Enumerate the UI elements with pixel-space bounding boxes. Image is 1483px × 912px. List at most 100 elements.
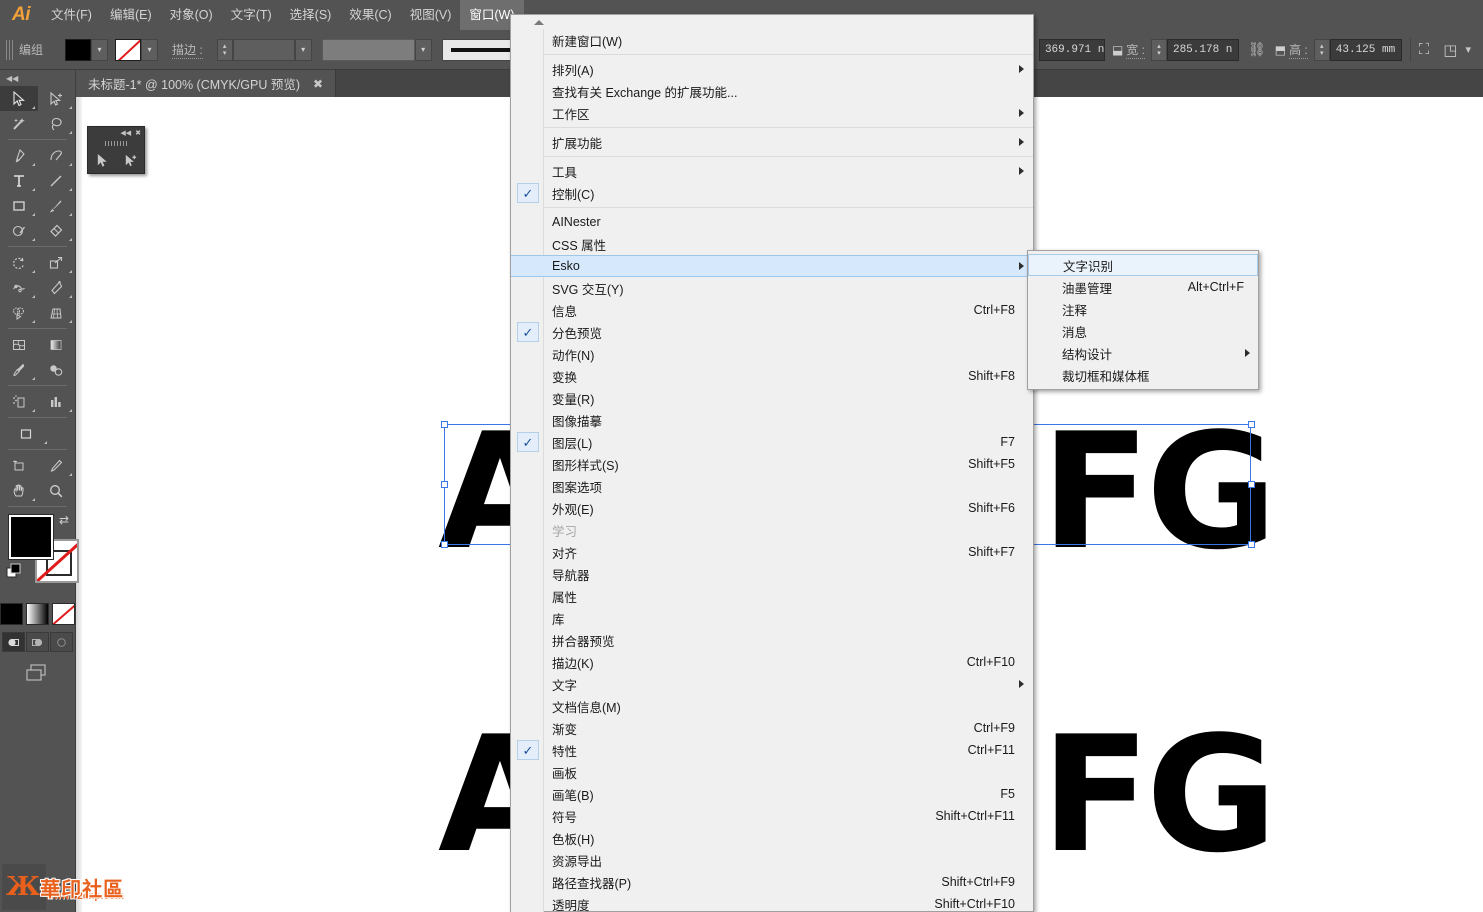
window-menu-item-38[interactable]: 符号 Shift+Ctrl+F11 [511, 805, 1033, 827]
window-menu-item-19[interactable]: 变量(R) [511, 387, 1033, 409]
window-menu-item-25[interactable]: 学习 [511, 519, 1033, 541]
menu-0[interactable]: 文件(F) [42, 0, 101, 30]
floating-direct-selection-tool[interactable] [116, 147, 144, 173]
width-stepper[interactable]: ▴ ▾ [1150, 38, 1167, 61]
esko-submenu-item-1[interactable]: 油墨管理 Alt+Ctrl+F [1028, 276, 1258, 298]
align-icon[interactable]: ◳ [1443, 41, 1457, 59]
window-menu-item-22[interactable]: 图形样式(S) Shift+F5 [511, 453, 1033, 475]
screen-mode-button[interactable] [0, 662, 75, 684]
color-mode-none[interactable] [52, 603, 75, 625]
esko-submenu-item-0[interactable]: 文字识别 [1028, 254, 1258, 276]
window-menu-item-16[interactable]: ✓ 分色预览 [511, 321, 1033, 343]
selection-handle-tl[interactable] [441, 421, 448, 428]
window-menu-item-18[interactable]: 变换 Shift+F8 [511, 365, 1033, 387]
stroke-weight-caret[interactable]: ▾ [294, 38, 312, 61]
window-menu-item-8[interactable]: 工具 [511, 160, 1033, 182]
curvature-tool[interactable] [38, 143, 76, 168]
letter-G-top[interactable]: G [1146, 412, 1277, 572]
window-menu-item-41[interactable]: 路径查找器(P) Shift+Ctrl+F9 [511, 871, 1033, 893]
window-menu-item-39[interactable]: 色板(H) [511, 827, 1033, 849]
magic-wand-tool[interactable] [0, 111, 38, 136]
slice-tool[interactable] [0, 453, 38, 478]
swap-fill-stroke-icon[interactable]: ⇄ [59, 513, 69, 527]
stroke-weight-input[interactable] [232, 38, 295, 61]
transform-icon[interactable]: ⛶ [1419, 41, 1430, 58]
perspective-grid-tool[interactable] [38, 300, 76, 325]
draw-normal-mode[interactable] [2, 632, 25, 652]
selection-handle-bl[interactable] [441, 541, 448, 548]
brush-definition-field[interactable] [321, 38, 415, 61]
window-menu-item-28[interactable]: 属性 [511, 585, 1033, 607]
window-menu-item-23[interactable]: 图案选项 [511, 475, 1033, 497]
document-tab[interactable]: 未标题-1* @ 100% (CMYK/GPU 预览) ✖ [76, 70, 337, 97]
menu-6[interactable]: 视图(V) [401, 0, 461, 30]
gradient-tool[interactable] [38, 332, 76, 357]
letter-F-top[interactable]: F [1041, 412, 1150, 572]
color-mode-flat[interactable] [0, 603, 23, 625]
window-menu-item-6[interactable]: 扩展功能 [511, 131, 1033, 153]
window-menu-item-12[interactable]: CSS 属性 [511, 233, 1033, 255]
menu-3[interactable]: 文字(T) [222, 0, 281, 30]
window-menu-item-20[interactable]: 图像描摹 [511, 409, 1033, 431]
depth-value-input[interactable]: 43.125 mm [1329, 38, 1402, 61]
window-menu-item-26[interactable]: 对齐 Shift+F7 [511, 541, 1033, 563]
rectangle-tool[interactable] [0, 193, 38, 218]
symbol-sprayer-tool[interactable] [0, 389, 38, 414]
esko-submenu-item-5[interactable]: 裁切框和媒体框 [1028, 364, 1258, 386]
window-menu-item-31[interactable]: 描边(K) Ctrl+F10 [511, 651, 1033, 673]
tools-collapse-button[interactable]: ◀◀ [0, 70, 75, 86]
window-menu-item-4[interactable]: 工作区 [511, 102, 1033, 124]
letter-F-bottom[interactable]: F [1041, 715, 1150, 875]
stroke-dropdown-caret[interactable]: ▾ [141, 38, 159, 61]
window-menu-item-29[interactable]: 库 [511, 607, 1033, 629]
shaper-tool[interactable] [0, 218, 38, 243]
window-menu-item-21[interactable]: ✓ 图层(L) F7 [511, 431, 1033, 453]
window-menu-item-13[interactable]: Esko [511, 255, 1033, 277]
width-value-input[interactable]: 369.971 n [1038, 38, 1105, 61]
menu-1[interactable]: 编辑(E) [101, 0, 161, 30]
fill-color-control[interactable] [8, 514, 54, 560]
selection-handle-br[interactable] [1248, 541, 1255, 548]
stroke-weight-label[interactable]: 描边 : [172, 41, 203, 59]
free-transform-tool[interactable] [38, 275, 76, 300]
window-menu-item-15[interactable]: 信息 Ctrl+F8 [511, 299, 1033, 321]
stroke-weight-stepper[interactable]: ▴ ▾ [216, 38, 233, 61]
floating-selection-tool[interactable] [88, 147, 116, 173]
window-menu-item-37[interactable]: 画笔(B) F5 [511, 783, 1033, 805]
pencil-tool[interactable] [38, 453, 76, 478]
esko-submenu-item-3[interactable]: 消息 [1028, 320, 1258, 342]
draw-behind-mode[interactable] [26, 632, 49, 652]
menu-scroll-up-button[interactable] [521, 16, 557, 29]
draw-inside-mode[interactable] [50, 632, 73, 652]
selection-handle-tr[interactable] [1248, 421, 1255, 428]
window-menu-item-0[interactable]: 新建窗口(W) [511, 29, 1033, 51]
window-menu-item-24[interactable]: 外观(E) Shift+F6 [511, 497, 1033, 519]
menu-2[interactable]: 对象(O) [161, 0, 222, 30]
hand-tool[interactable] [0, 478, 38, 503]
window-menu-item-34[interactable]: 渐变 Ctrl+F9 [511, 717, 1033, 739]
brush-definition-caret[interactable]: ▾ [414, 38, 432, 61]
window-menu-item-30[interactable]: 拼合器预览 [511, 629, 1033, 651]
selection-handle-mr[interactable] [1248, 481, 1255, 488]
window-menu-item-36[interactable]: 画板 [511, 761, 1033, 783]
selection-tool[interactable] [0, 86, 38, 111]
close-icon[interactable]: ✖ [135, 129, 141, 137]
window-menu-item-32[interactable]: 文字 [511, 673, 1033, 695]
shape-builder-tool[interactable] [0, 300, 38, 325]
window-menu-item-9[interactable]: ✓ 控制(C) [511, 182, 1033, 204]
collapse-icon[interactable]: ◀◀ [120, 129, 131, 137]
stroke-color-swatch[interactable] [115, 38, 142, 61]
esko-submenu-item-4[interactable]: 结构设计 [1028, 342, 1258, 364]
selection-handle-ml[interactable] [441, 481, 448, 488]
width-tool[interactable] [0, 275, 38, 300]
window-menu-item-40[interactable]: 资源导出 [511, 849, 1033, 871]
scale-tool[interactable] [38, 250, 76, 275]
pen-tool[interactable] [0, 143, 38, 168]
fill-color-swatch[interactable] [65, 38, 92, 61]
window-menu-item-33[interactable]: 文档信息(M) [511, 695, 1033, 717]
depth-stepper[interactable]: ▴ ▾ [1313, 38, 1330, 61]
window-menu-item-11[interactable]: AINester [511, 211, 1033, 233]
color-mode-gradient[interactable] [26, 603, 49, 625]
window-menu-item-2[interactable]: 排列(A) [511, 58, 1033, 80]
rotate-tool[interactable] [0, 250, 38, 275]
